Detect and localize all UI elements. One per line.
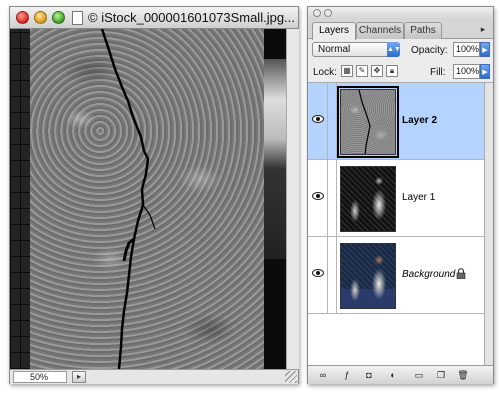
photo-thumbnail-image — [341, 167, 395, 231]
group-folder-icon[interactable]: ▭ — [412, 369, 426, 381]
document-title: © iStock_000001601073Small.jpg... — [88, 10, 295, 25]
crack-thumbnail-line — [358, 90, 371, 154]
layer-name[interactable]: Background — [402, 269, 455, 280]
layer-row-background[interactable]: Background — [308, 237, 484, 314]
image-canvas[interactable] — [10, 29, 286, 369]
blend-mode-value: Normal — [318, 44, 351, 55]
visibility-toggle[interactable] — [308, 237, 328, 313]
eye-icon — [312, 192, 324, 200]
trash-icon[interactable]: 🗑︎ — [456, 369, 470, 381]
fill-label: Fill: — [430, 67, 446, 78]
layer-list: Layer 2 Layer 1 Background — [308, 83, 484, 365]
link-cell[interactable] — [328, 83, 337, 159]
close-window-button[interactable] — [16, 11, 29, 24]
select-arrows-icon: ▲▼ — [387, 42, 401, 57]
visibility-toggle[interactable] — [308, 83, 328, 159]
layer-mask-icon[interactable]: ◘ — [362, 369, 376, 381]
minimize-window-button[interactable] — [34, 11, 47, 24]
blend-opacity-row: Normal ▲▼ Opacity: 100% ▶ — [308, 39, 493, 61]
zoom-level-field[interactable]: 50% — [13, 371, 67, 383]
zoom-window-button[interactable] — [52, 11, 65, 24]
layer-thumbnail[interactable] — [340, 166, 396, 232]
blend-mode-select[interactable]: Normal ▲▼ — [312, 42, 401, 57]
color-photo-thumbnail-image — [341, 244, 395, 308]
link-layers-icon[interactable]: ∞ — [316, 369, 330, 381]
layer-lock-icon — [456, 268, 466, 279]
status-menu-arrow-icon[interactable]: ▸ — [72, 371, 86, 383]
visibility-toggle[interactable] — [308, 160, 328, 236]
lock-image-brush-icon[interactable]: ✎ — [356, 65, 368, 77]
palette-vertical-scrollbar[interactable] — [484, 83, 493, 365]
opacity-label: Opacity: — [411, 45, 448, 56]
underlying-photo-figure — [264, 59, 286, 259]
fill-slider-arrow-icon[interactable]: ▶ — [480, 64, 490, 79]
layer-thumbnail[interactable] — [340, 243, 396, 309]
link-cell[interactable] — [328, 237, 337, 313]
crack-line — [100, 29, 156, 369]
document-proxy-icon[interactable] — [72, 11, 83, 25]
eye-icon — [312, 269, 324, 277]
tab-paths[interactable]: Paths — [404, 22, 442, 39]
layer-thumbnail[interactable] — [337, 86, 399, 158]
new-layer-icon[interactable]: ❐ — [434, 369, 448, 381]
palette-footer-toolbar: ∞ ƒ ◘ ◐ ▭ ❐ 🗑︎ — [308, 365, 493, 384]
layer-name[interactable]: Layer 2 — [402, 115, 437, 126]
document-window: © iStock_000001601073Small.jpg... 50% ▸ — [9, 6, 299, 384]
adjustment-layer-icon[interactable]: ◐ — [386, 369, 400, 381]
document-vertical-scrollbar[interactable] — [286, 29, 299, 369]
tab-layers[interactable]: Layers — [312, 22, 356, 40]
palette-tabs: Layers Channels Paths ▸ — [308, 19, 493, 40]
fill-input[interactable]: 100% — [453, 64, 480, 79]
link-cell[interactable] — [328, 160, 337, 236]
tab-channels[interactable]: Channels — [356, 22, 404, 39]
document-status-bar: 50% ▸ — [10, 369, 298, 384]
lock-transparency-icon[interactable]: ▦ — [341, 65, 353, 77]
lock-position-move-icon[interactable]: ✥ — [371, 65, 383, 77]
lock-label: Lock: — [313, 67, 337, 78]
document-titlebar[interactable]: © iStock_000001601073Small.jpg... — [10, 7, 298, 29]
lock-all-icon[interactable]: 🔒︎ — [386, 65, 398, 77]
lock-fill-row: Lock: ▦ ✎ ✥ 🔒︎ Fill: 100% ▶ — [308, 61, 493, 83]
layer-style-icon[interactable]: ƒ — [340, 369, 354, 381]
opacity-slider-arrow-icon[interactable]: ▶ — [480, 42, 490, 57]
palette-titlebar[interactable] — [308, 7, 493, 19]
layer-name[interactable]: Layer 1 — [402, 192, 435, 203]
palette-close-button[interactable] — [313, 9, 321, 17]
brick-wall-edge — [10, 29, 30, 369]
layers-palette: Layers Channels Paths ▸ Normal ▲▼ Opacit… — [307, 6, 494, 384]
opacity-input[interactable]: 100% — [453, 42, 480, 57]
palette-menu-icon[interactable]: ▸ — [477, 23, 489, 35]
layer-row-layer-1[interactable]: Layer 1 — [308, 160, 484, 237]
layer-row-layer-2[interactable]: Layer 2 — [308, 83, 484, 160]
resize-grip-icon[interactable] — [285, 371, 297, 383]
palette-collapse-button[interactable] — [324, 9, 332, 17]
eye-icon — [312, 115, 324, 123]
